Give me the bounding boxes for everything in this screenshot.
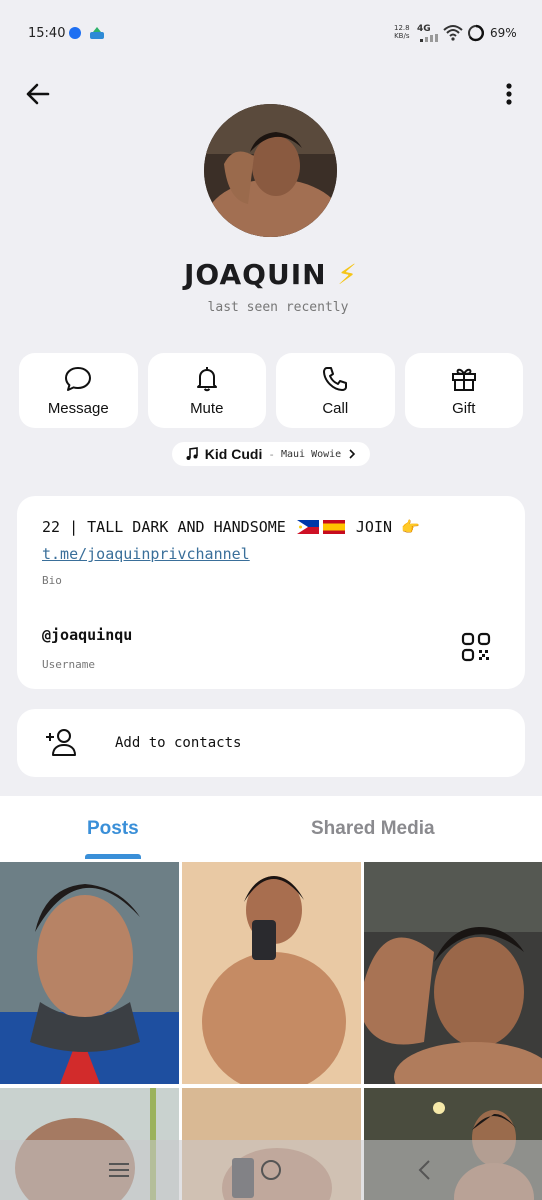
mute-button[interactable]: Mute <box>147 353 266 428</box>
message-label: Message <box>47 400 109 417</box>
post-thumbnail[interactable] <box>364 862 542 1084</box>
profile-actions: Message Mute Call Gift <box>19 353 523 428</box>
message-bubble-icon <box>65 367 92 391</box>
add-user-icon <box>46 729 76 756</box>
status-bar: 15:40 12.8 KB/s 4G 69% <box>0 0 542 66</box>
profile-avatar[interactable] <box>204 104 337 237</box>
gift-label: Gift <box>452 400 476 417</box>
profile-music-chip[interactable]: Kid Cudi - Maui Wowie <box>172 442 370 466</box>
gift-icon <box>451 368 476 391</box>
last-seen-status: last seen recently <box>207 300 349 315</box>
profile-tabs: Posts Shared Media <box>0 796 542 862</box>
battery-percent: 69% <box>490 26 517 40</box>
home-icon[interactable] <box>256 1156 286 1184</box>
music-artist: Kid Cudi <box>204 446 263 462</box>
app-notification-icon <box>90 27 104 39</box>
wifi-icon <box>443 25 463 41</box>
call-label: Call <box>322 400 349 417</box>
chevron-right-icon <box>349 449 356 459</box>
profile-name: JOAQUIN ⚡ <box>184 258 358 291</box>
phone-icon <box>323 367 348 391</box>
tab-shared-media[interactable]: Shared Media <box>311 818 435 840</box>
system-navigation-bar <box>0 1140 542 1200</box>
network-speed: 12.8 KB/s <box>394 24 410 40</box>
music-note-icon <box>186 447 198 460</box>
profile-info-card: 22 | TALL DARK AND HANDSOME JOIN 👉 t.me/… <box>17 496 525 689</box>
add-to-contacts-button[interactable]: Add to contacts <box>17 709 525 777</box>
post-thumbnail[interactable] <box>182 862 361 1084</box>
username-value[interactable]: @joaquinqu <box>42 626 132 644</box>
message-button[interactable]: Message <box>19 353 138 428</box>
qr-code-icon[interactable] <box>461 632 491 662</box>
lightning-emoji: ⚡ <box>337 258 358 291</box>
status-time: 15:40 <box>28 26 66 41</box>
recent-apps-icon[interactable] <box>104 1156 134 1184</box>
tab-posts[interactable]: Posts <box>87 818 139 840</box>
music-song: Maui Wowie <box>280 448 342 460</box>
pointing-hand-emoji: 👉 <box>401 518 420 536</box>
music-separator: - <box>268 447 275 461</box>
mute-label: Mute <box>190 400 224 417</box>
bio-channel-link[interactable]: t.me/joaquinprivchannel <box>42 545 250 563</box>
bio-text: 22 | TALL DARK AND HANDSOME JOIN 👉 t.me/… <box>42 518 420 563</box>
spain-flag-icon <box>322 520 345 534</box>
network-type: 4G <box>417 24 431 34</box>
bell-icon <box>196 367 217 392</box>
signal-icon <box>420 34 438 42</box>
gift-button[interactable]: Gift <box>404 353 523 428</box>
battery-icon <box>468 24 484 42</box>
philippines-flag-icon <box>296 520 319 534</box>
call-button[interactable]: Call <box>276 353 395 428</box>
add-to-contacts-label: Add to contacts <box>115 735 242 751</box>
back-arrow-icon[interactable] <box>22 80 54 108</box>
username-caption: Username <box>42 658 95 671</box>
post-thumbnail[interactable] <box>0 862 179 1084</box>
messenger-notification-icon <box>69 27 81 39</box>
system-back-icon[interactable] <box>410 1156 440 1184</box>
active-tab-indicator <box>85 854 141 859</box>
bio-caption: Bio <box>42 574 62 587</box>
more-options-icon[interactable] <box>498 80 520 108</box>
